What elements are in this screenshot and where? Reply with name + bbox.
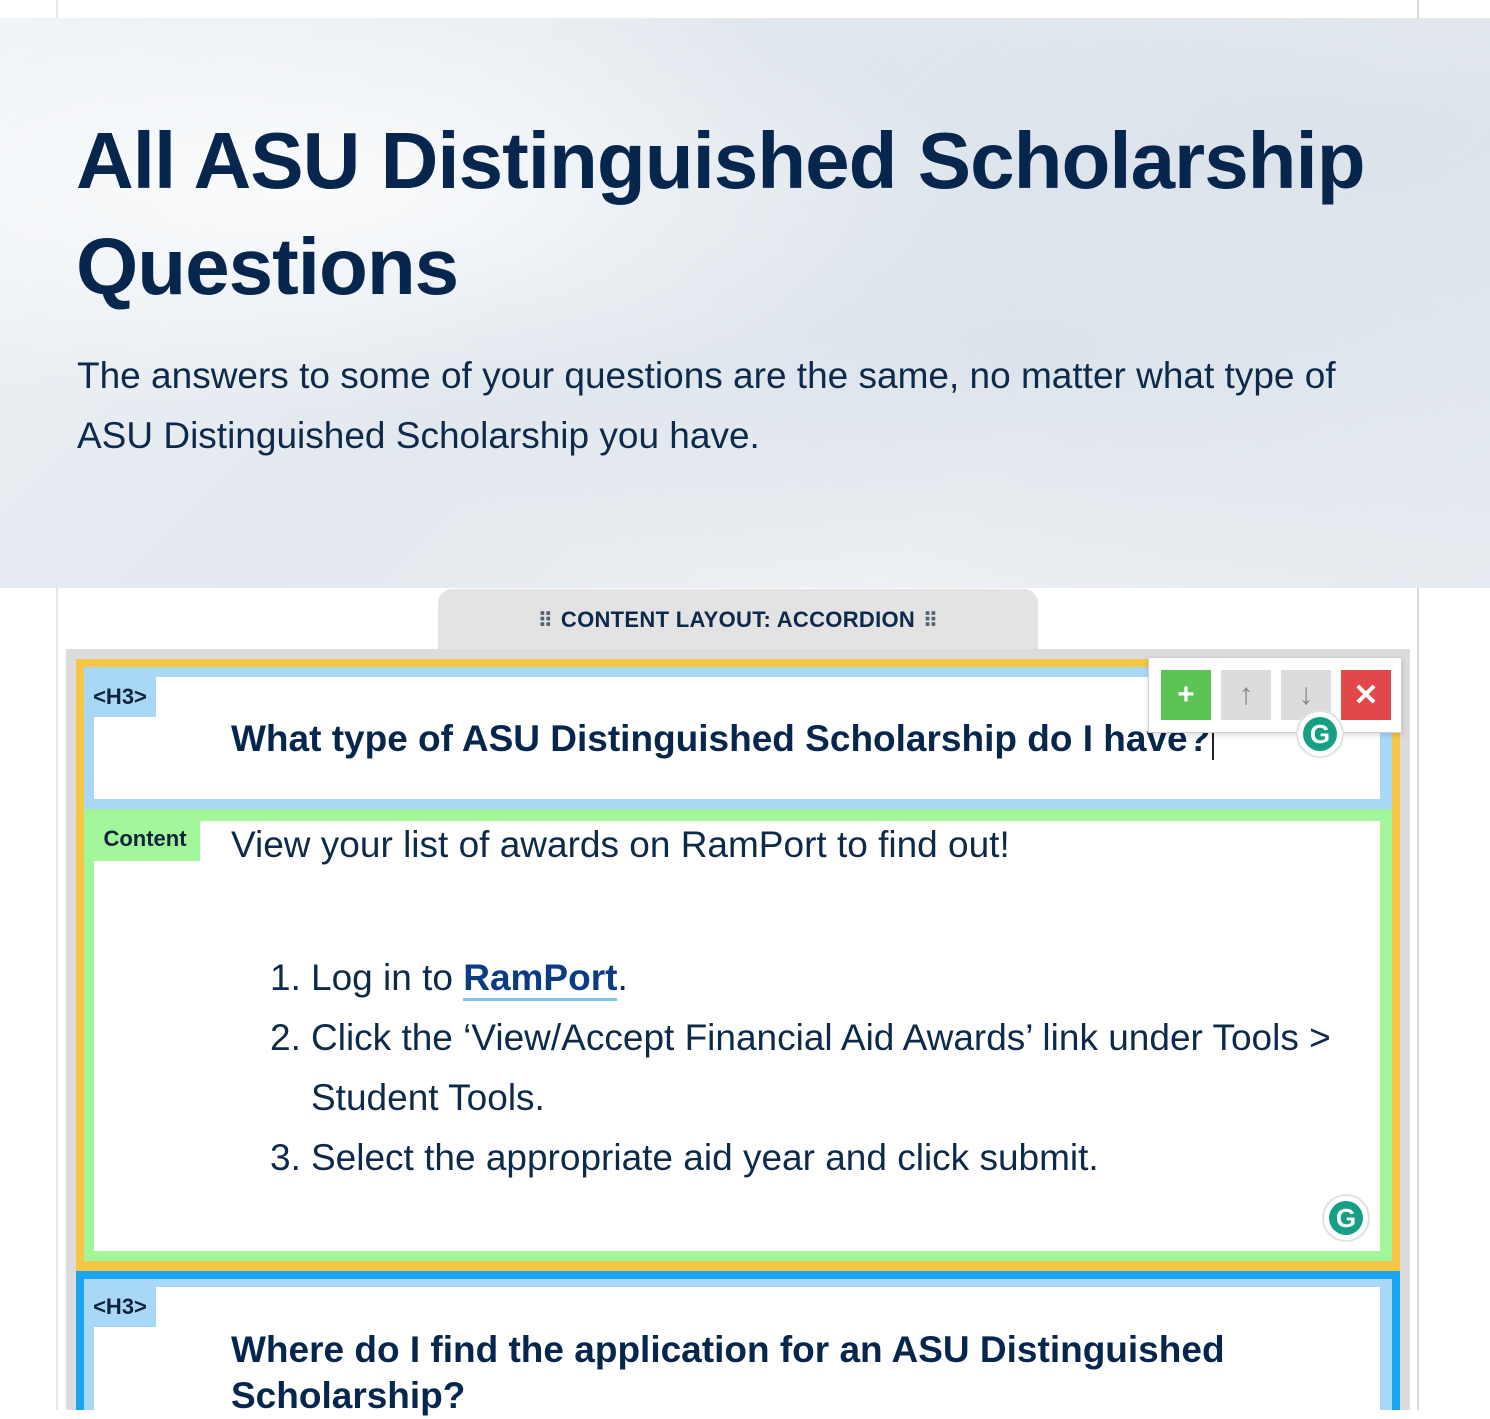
page-description: The answers to some of your questions ar… <box>77 355 1336 456</box>
content-intro[interactable]: View your list of awards on RamPort to f… <box>231 824 1010 866</box>
grammarly-button[interactable]: G <box>1322 1194 1370 1242</box>
drag-handle-icon[interactable]: ⠿ <box>923 608 938 633</box>
page-guide-left <box>56 0 58 18</box>
list-item: 3. Select the appropriate aid year and c… <box>270 1128 1380 1188</box>
page-guide-right <box>1417 0 1419 18</box>
grammarly-icon: G <box>1329 1201 1363 1235</box>
list-number: 1. <box>270 957 301 998</box>
step-text: Select the appropriate aid year and clic… <box>311 1137 1099 1178</box>
h3-tag-label: <H3> <box>84 1287 156 1327</box>
arrow-up-icon: ↑ <box>1238 678 1254 711</box>
item-toolbar: + ↑ ↓ ✕ <box>1148 657 1402 733</box>
add-item-button[interactable]: + <box>1161 670 1211 720</box>
delete-item-button[interactable]: ✕ <box>1341 670 1391 720</box>
drag-handle-icon[interactable]: ⠿ <box>538 608 553 633</box>
h3-tag-label: <H3> <box>84 677 156 717</box>
list-number: 3. <box>270 1137 301 1178</box>
step-text-end: . <box>617 957 628 998</box>
list-item: 1. Log in to RamPort. <box>270 948 1380 1008</box>
list-item: 2. Click the ‘View/Accept Financial Aid … <box>270 1008 1380 1128</box>
accordion-question[interactable]: What type of ASU Distinguished Scholarsh… <box>231 718 1215 761</box>
accordion-question-text[interactable]: What type of ASU Distinguished Scholarsh… <box>231 718 1210 759</box>
content-layout-tab[interactable]: ⠿ CONTENT LAYOUT: ACCORDION ⠿ <box>438 589 1038 651</box>
move-up-button[interactable]: ↑ <box>1221 670 1271 720</box>
content-layout-label: CONTENT LAYOUT: ACCORDION <box>560 607 916 632</box>
steps-list: 1. Log in to RamPort. 2. Click the ‘View… <box>270 948 1380 1188</box>
page-title: All ASU Distinguished Scholarship Questi… <box>76 116 1366 311</box>
arrow-down-icon: ↓ <box>1298 678 1314 711</box>
plus-icon: + <box>1177 678 1195 711</box>
accordion-question[interactable]: Where do I find the application for an A… <box>231 1327 1331 1419</box>
close-icon: ✕ <box>1353 678 1379 712</box>
step-text: Click the ‘View/Accept Financial Aid Awa… <box>311 1017 1331 1118</box>
page-guide-right-lower <box>1417 588 1419 1410</box>
grammarly-button[interactable]: G <box>1296 710 1344 758</box>
top-strip <box>0 0 1490 18</box>
content-tag-label: Content <box>90 817 200 861</box>
list-number: 2. <box>270 1017 301 1058</box>
ramport-link[interactable]: RamPort <box>463 957 618 1001</box>
step-text: Log in to <box>311 957 464 998</box>
grammarly-icon: G <box>1303 717 1337 751</box>
page-guide-left-lower <box>56 588 58 1410</box>
